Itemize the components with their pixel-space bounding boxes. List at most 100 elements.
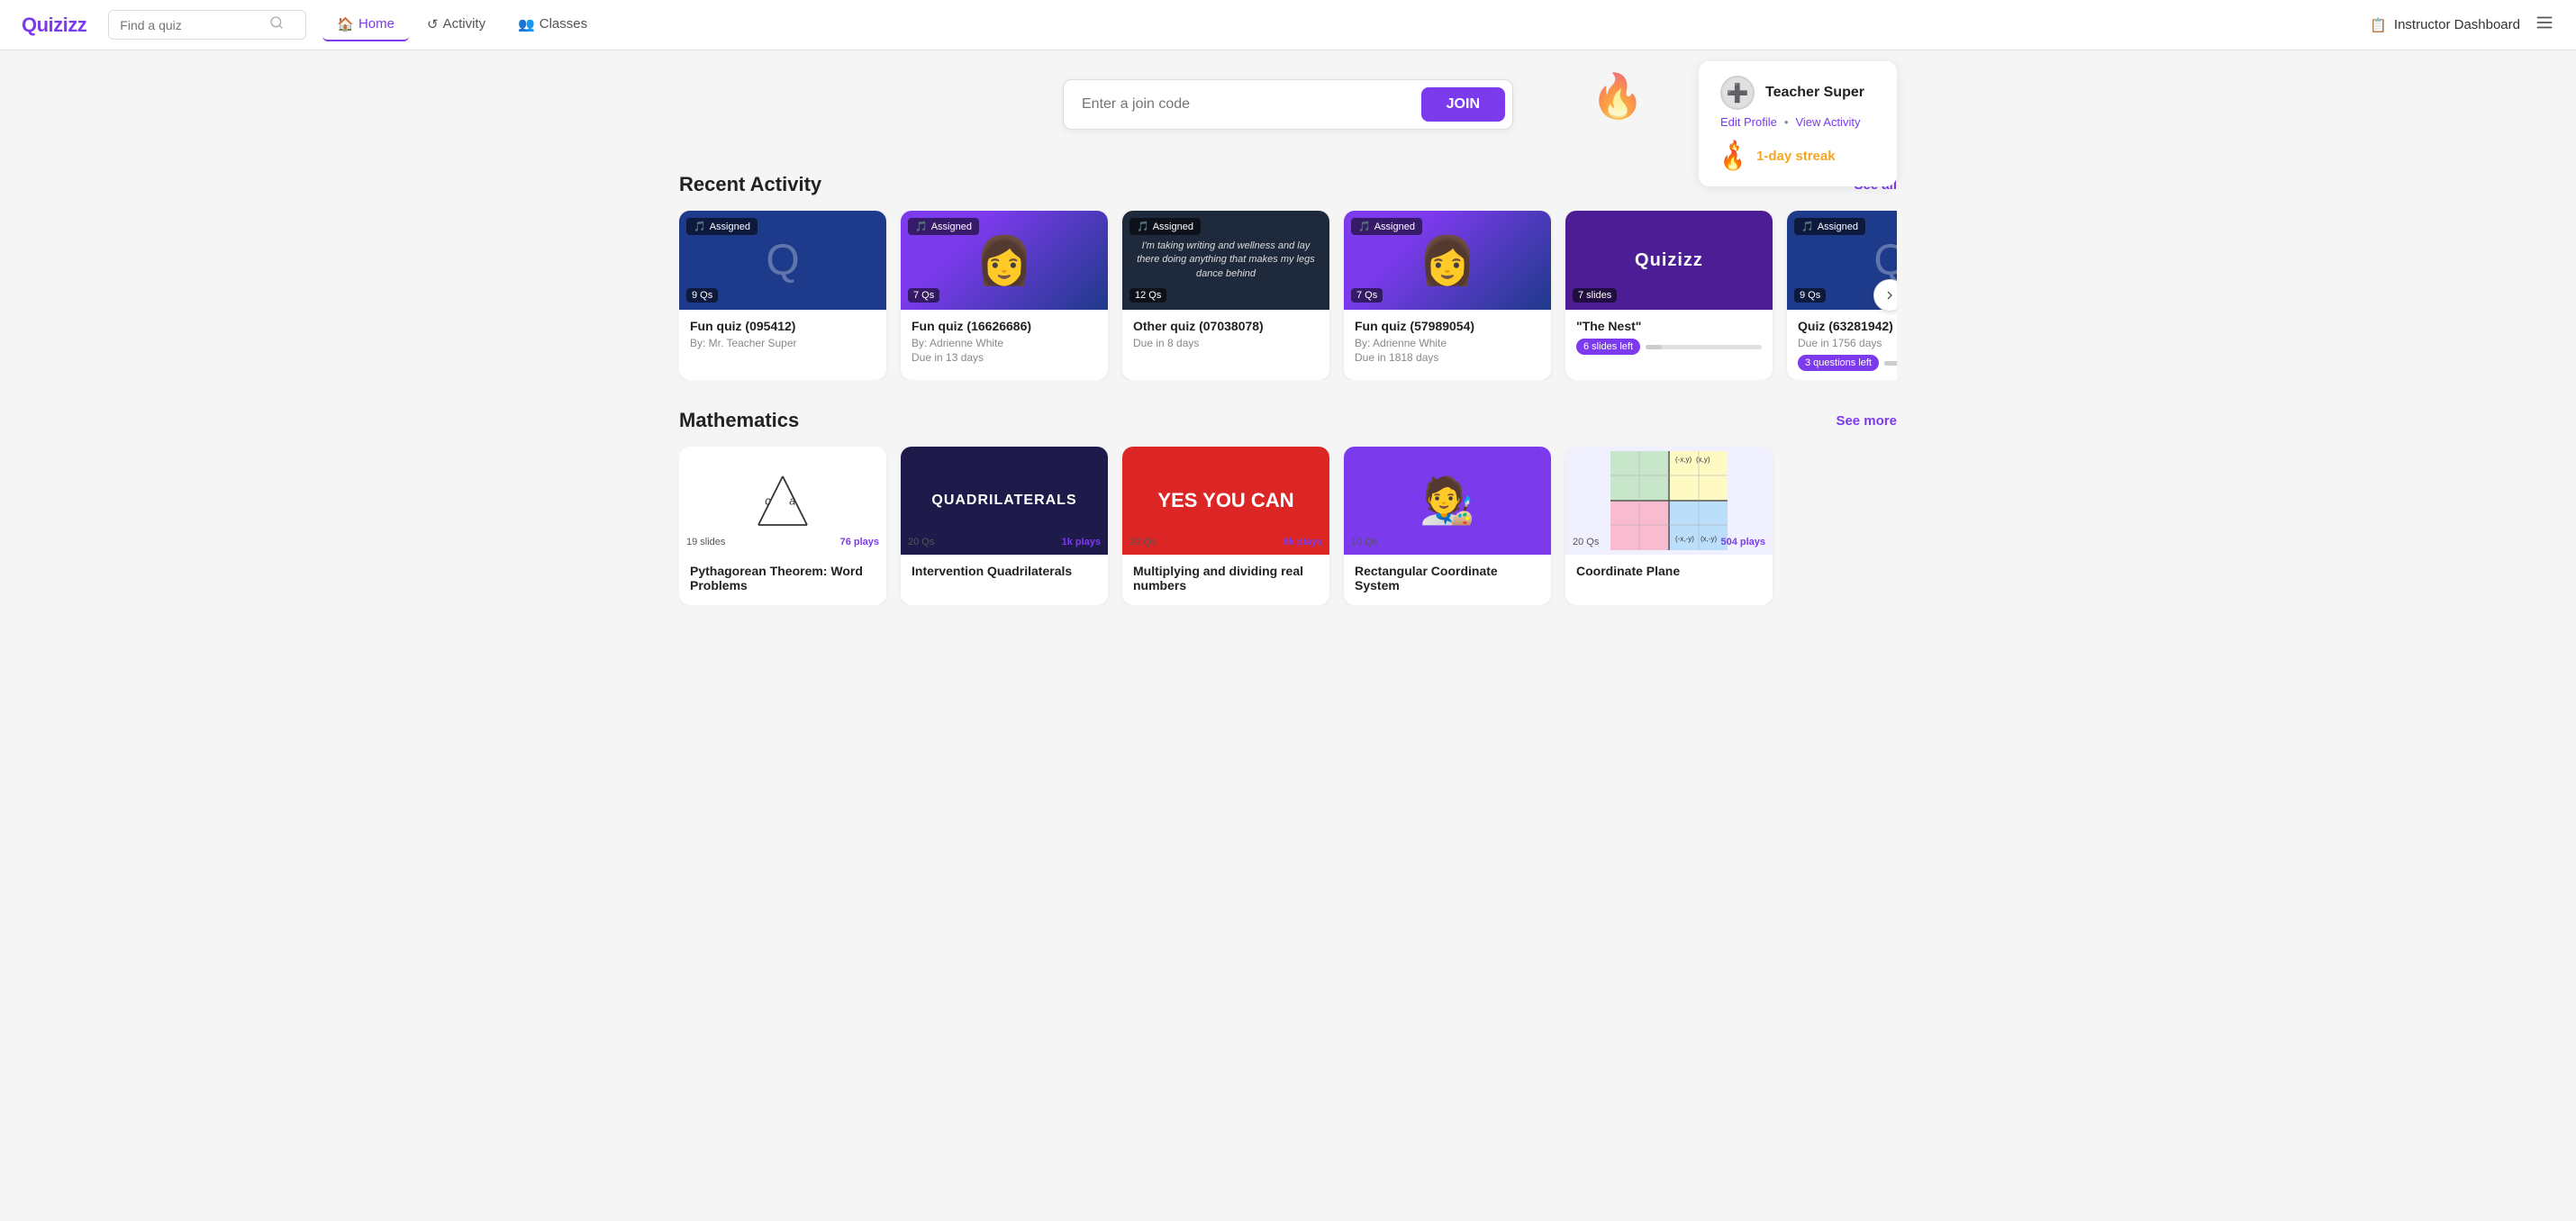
math-card[interactable]: QUADRILATERALS 20 Qs 1k plays Interventi… bbox=[901, 447, 1108, 605]
plays-count: 613 plays bbox=[1499, 537, 1544, 547]
join-button[interactable]: JOIN bbox=[1421, 87, 1505, 122]
math-card[interactable]: (-x,y) (x,y) (-x,-y) (x,-y) 20 Qs 504 pl… bbox=[1565, 447, 1773, 605]
activity-card[interactable]: 👩 🎵 Assigned 7 Qs Fun quiz (16626686) By… bbox=[901, 211, 1108, 380]
edit-profile-link[interactable]: Edit Profile bbox=[1720, 115, 1777, 129]
math-card-thumb: 🧑‍🎨 10 Qs 613 plays bbox=[1344, 447, 1551, 555]
q-count: 7 Qs bbox=[908, 288, 939, 303]
instructor-icon: 📋 bbox=[2370, 17, 2387, 33]
plays-count: 8k plays bbox=[1283, 537, 1322, 547]
svg-text:(-x,y): (-x,y) bbox=[1675, 456, 1692, 464]
view-activity-link[interactable]: View Activity bbox=[1795, 115, 1860, 129]
search-bar[interactable] bbox=[108, 10, 306, 40]
activity-cards-row: Q 🎵 Assigned 9 Qs Fun quiz (095412) By: … bbox=[679, 211, 1897, 380]
handwriting-text: I'm taking writing and wellness and lay … bbox=[1129, 240, 1322, 281]
card-due: Due in 13 days bbox=[912, 351, 1097, 364]
assigned-badge: 🎵 Assigned bbox=[1794, 218, 1865, 235]
assigned-badge: 🎵 Assigned bbox=[686, 218, 757, 235]
q-count: 7 slides bbox=[1573, 288, 1617, 303]
instructor-dashboard-button[interactable]: 📋 Instructor Dashboard bbox=[2370, 17, 2520, 33]
user-name: Teacher Super bbox=[1765, 85, 1864, 101]
assigned-badge: 🎵 Assigned bbox=[1351, 218, 1422, 235]
join-code-input[interactable] bbox=[1082, 96, 1421, 113]
instructor-label: Instructor Dashboard bbox=[2394, 17, 2520, 32]
mathematics-title: Mathematics bbox=[679, 409, 799, 432]
avatar: ➕ bbox=[1720, 76, 1755, 110]
search-icon bbox=[269, 15, 284, 34]
see-more-link[interactable]: See more bbox=[1836, 413, 1897, 429]
streak-visual: 🔥 bbox=[1591, 70, 1645, 122]
user-card-top: ➕ Teacher Super bbox=[1720, 76, 1864, 110]
q-count: 7 Qs bbox=[1351, 288, 1383, 303]
svg-text:a: a bbox=[789, 495, 795, 508]
progress-track bbox=[1884, 361, 1897, 366]
nav-label-home: Home bbox=[358, 16, 395, 32]
hamburger-menu[interactable] bbox=[2535, 13, 2554, 37]
streak-text: 1-day streak bbox=[1756, 149, 1836, 164]
logo[interactable]: Quizizz bbox=[22, 14, 86, 37]
card-body: "The Nest" 6 slides left bbox=[1565, 310, 1773, 364]
search-input[interactable] bbox=[120, 18, 264, 32]
card-thumb: Q 🎵 Assigned 9 Qs bbox=[679, 211, 886, 310]
activity-card[interactable]: Quizizz 7 slides "The Nest" 6 slides lef… bbox=[1565, 211, 1773, 380]
face-emoji2: 👩 bbox=[1419, 233, 1477, 288]
q-count: 20 Qs bbox=[1129, 537, 1156, 547]
svg-text:(-x,-y): (-x,-y) bbox=[1675, 535, 1694, 543]
card-title: Pythagorean Theorem: Word Problems bbox=[690, 564, 875, 592]
home-icon: 🏠 bbox=[337, 16, 354, 32]
plays-count: 1k plays bbox=[1062, 537, 1101, 547]
assigned-icon: 🎵 bbox=[1801, 221, 1814, 232]
nav-label-activity: Activity bbox=[443, 16, 486, 32]
activity-card[interactable]: Q 🎵 Assigned 9 Qs Fun quiz (095412) By: … bbox=[679, 211, 886, 380]
card-title: Coordinate Plane bbox=[1576, 564, 1762, 578]
q-count: 20 Qs bbox=[908, 537, 934, 547]
main-content: JOIN 🔥 ➕ Teacher Super Edit Profile • Vi… bbox=[658, 50, 1918, 605]
assigned-badge: 🎵 Assigned bbox=[1129, 218, 1201, 235]
card-body: Intervention Quadrilaterals bbox=[901, 555, 1108, 591]
user-links: Edit Profile • View Activity bbox=[1720, 115, 1860, 129]
card-due: Due in 1756 days bbox=[1798, 337, 1897, 349]
flame-blob: 🔥 bbox=[1591, 70, 1645, 122]
join-box: JOIN bbox=[1063, 79, 1513, 130]
card-title: Fun quiz (16626686) bbox=[912, 319, 1097, 333]
card-by: By: Adrienne White bbox=[1355, 337, 1540, 349]
math-card[interactable]: YES YOU CAN 20 Qs 8k plays Multiplying a… bbox=[1122, 447, 1329, 605]
card-title: Multiplying and dividing real numbers bbox=[1133, 564, 1319, 592]
assigned-icon: 🎵 bbox=[694, 221, 706, 232]
assigned-icon: 🎵 bbox=[915, 221, 928, 232]
card-by: By: Adrienne White bbox=[912, 337, 1097, 349]
nav-link-home[interactable]: 🏠 Home bbox=[322, 9, 409, 41]
activity-card[interactable]: I'm taking writing and wellness and lay … bbox=[1122, 211, 1329, 380]
streak-icon-wrap: 🔥 🔥 bbox=[1720, 140, 1749, 172]
progress-label: 6 slides left bbox=[1576, 339, 1640, 355]
card-title: Quiz (63281942) bbox=[1798, 319, 1897, 333]
plays-count: 76 plays bbox=[840, 537, 879, 547]
progress-track bbox=[1646, 345, 1762, 349]
math-card[interactable]: 🧑‍🎨 10 Qs 613 plays Rectangular Coordina… bbox=[1344, 447, 1551, 605]
svg-text:(x,-y): (x,-y) bbox=[1701, 535, 1718, 543]
card-thumb: 👩 🎵 Assigned 7 Qs bbox=[1344, 211, 1551, 310]
activity-card[interactable]: 👩 🎵 Assigned 7 Qs Fun quiz (57989054) By… bbox=[1344, 211, 1551, 380]
pythagorean-svg: a c bbox=[742, 460, 823, 541]
card-due: Due in 8 days bbox=[1133, 337, 1319, 349]
slide-count: 19 slides bbox=[686, 537, 725, 547]
math-cards-row: a c 19 slides 76 plays Pythagorean Theor… bbox=[679, 447, 1897, 605]
user-card: ➕ Teacher Super Edit Profile • View Acti… bbox=[1699, 61, 1897, 186]
descartes-portrait: 🧑‍🎨 bbox=[1420, 475, 1475, 528]
math-card[interactable]: a c 19 slides 76 plays Pythagorean Theor… bbox=[679, 447, 886, 605]
card-body: Pythagorean Theorem: Word Problems bbox=[679, 555, 886, 605]
quizizz-logo: Quizizz bbox=[1635, 250, 1703, 271]
card-body: Other quiz (07038078) Due in 8 days bbox=[1122, 310, 1329, 360]
card-title: Other quiz (07038078) bbox=[1133, 319, 1319, 333]
card-title: Fun quiz (095412) bbox=[690, 319, 875, 333]
card-thumb: I'm taking writing and wellness and lay … bbox=[1122, 211, 1329, 310]
nav-link-classes[interactable]: 👥 Classes bbox=[503, 9, 602, 41]
coord-plane-svg: (-x,y) (x,y) (-x,-y) (x,-y) bbox=[1610, 451, 1728, 550]
card-body: Fun quiz (095412) By: Mr. Teacher Super bbox=[679, 310, 886, 360]
recent-activity-title: Recent Activity bbox=[679, 173, 821, 196]
card-title: Intervention Quadrilaterals bbox=[912, 564, 1097, 578]
q-logo2: Q bbox=[1873, 236, 1897, 285]
nav-right: 📋 Instructor Dashboard bbox=[2370, 13, 2554, 37]
nav-link-activity[interactable]: ↺ Activity bbox=[413, 9, 500, 41]
nav-label-classes: Classes bbox=[540, 16, 587, 32]
card-body: Coordinate Plane bbox=[1565, 555, 1773, 591]
